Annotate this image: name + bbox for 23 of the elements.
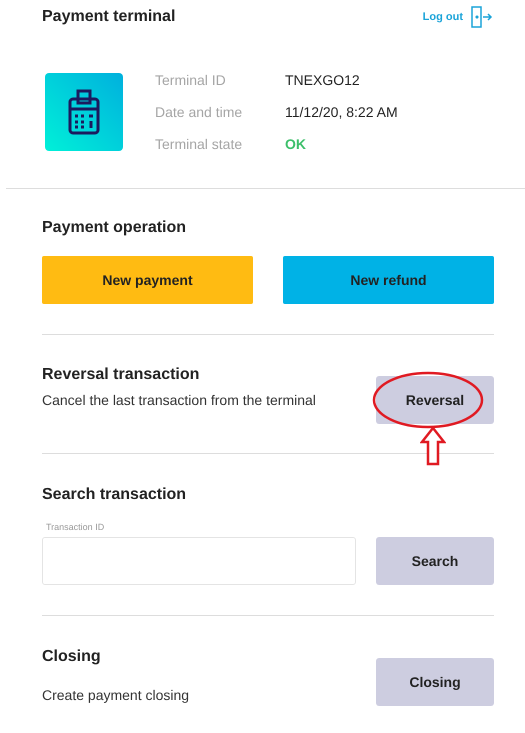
info-label: Terminal state [155,136,244,152]
section-title: Closing [42,648,102,666]
new-payment-button[interactable]: New payment [42,256,253,304]
payment-terminal-icon [68,89,100,135]
closing-button[interactable]: Closing [376,658,494,706]
info-value: TNEXGO12 [285,72,361,88]
new-refund-button[interactable]: New refund [283,256,494,304]
logout-icon [469,5,493,29]
section-title: Reversal transaction [42,366,200,384]
status-value: OK [285,136,307,152]
section-description: Create payment closing [42,687,190,703]
section-title: Payment operation [42,219,188,237]
page-title: Payment terminal [42,8,176,26]
up-arrow-icon [420,426,446,466]
section-title: Search transaction [42,486,188,504]
section-description: Cancel the last transaction from the terminal [42,392,316,408]
info-value: 11/12/20, 8:22 AM [285,104,398,120]
search-button[interactable]: Search [376,537,494,585]
reversal-button[interactable]: Reversal [376,376,494,424]
info-label: Terminal ID [155,72,227,88]
transaction-id-field[interactable] [42,537,356,585]
field-label: Transaction ID [46,522,106,532]
info-label: Date and time [155,104,244,120]
